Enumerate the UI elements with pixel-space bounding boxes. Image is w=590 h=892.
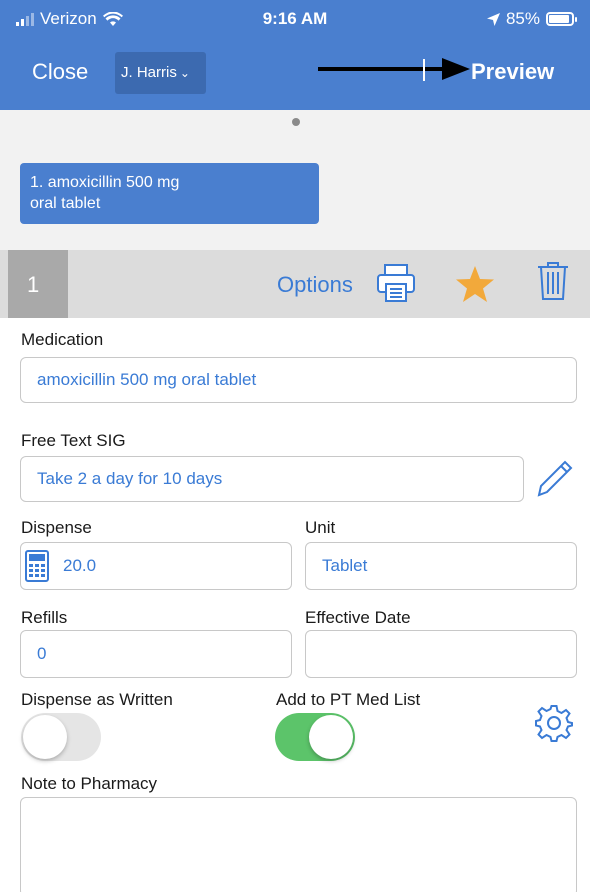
battery-icon (546, 12, 577, 26)
unit-field[interactable]: Tablet (305, 542, 577, 590)
prescription-tab-line1: 1. amoxicillin 500 mg (30, 174, 180, 191)
sig-label: Free Text SIG (21, 431, 126, 450)
refills-value: 0 (37, 644, 47, 663)
unit-value: Tablet (322, 556, 368, 575)
annotation-arrow-icon (318, 58, 470, 81)
add-to-med-list-label: Add to PT Med List (276, 690, 421, 709)
page-indicator-dot (292, 118, 300, 126)
sig-field[interactable]: Take 2 a day for 10 days (20, 456, 524, 502)
provider-selector[interactable]: J. Harris ⌄ (115, 52, 206, 94)
trash-icon[interactable] (537, 261, 569, 301)
dispense-as-written-toggle[interactable] (21, 713, 101, 761)
medication-value: amoxicillin 500 mg oral tablet (37, 370, 257, 389)
star-icon[interactable] (455, 265, 495, 303)
dispense-label: Dispense (21, 518, 92, 537)
effective-date-field[interactable] (305, 630, 577, 678)
note-to-pharmacy-label: Note to Pharmacy (21, 774, 158, 793)
prescription-tab[interactable]: 1. amoxicillin 500 mg oral tablet (20, 163, 319, 224)
dispense-field[interactable]: 20.0 (20, 542, 292, 590)
medication-label: Medication (21, 330, 104, 349)
prescription-number: 1 (8, 250, 68, 318)
add-to-med-list-toggle[interactable] (275, 713, 355, 761)
prescription-form: Medication amoxicillin 500 mg oral table… (0, 318, 590, 892)
chevron-down-icon: ⌄ (179, 66, 190, 80)
unit-label: Unit (305, 518, 336, 537)
app-header: Verizon 9:16 AM 85% Close J. Harris ⌄ Pre… (0, 0, 590, 110)
refills-field[interactable]: 0 (20, 630, 292, 678)
toggle-knob (23, 715, 67, 759)
battery-percent: 85% (505, 9, 540, 28)
provider-name: J. Harris (121, 64, 177, 81)
options-button[interactable]: Options (277, 272, 353, 298)
preview-button[interactable]: Preview (471, 59, 554, 85)
status-right: 85% (486, 9, 577, 29)
location-arrow-icon (486, 12, 500, 26)
dispense-as-written-label: Dispense as Written (21, 690, 173, 709)
gear-icon[interactable] (535, 704, 573, 742)
effective-date-label: Effective Date (305, 608, 411, 627)
prescription-tab-line2: oral tablet (30, 195, 101, 212)
note-to-pharmacy-field[interactable] (20, 797, 577, 892)
printer-icon[interactable] (376, 263, 416, 303)
toggle-knob (309, 715, 353, 759)
pencil-icon[interactable] (536, 458, 574, 498)
calculator-icon[interactable] (25, 550, 49, 582)
dispense-value: 20.0 (63, 556, 97, 575)
medication-field[interactable]: amoxicillin 500 mg oral tablet (20, 357, 577, 403)
close-button[interactable]: Close (32, 59, 88, 85)
sig-value: Take 2 a day for 10 days (37, 469, 223, 488)
refills-label: Refills (21, 608, 68, 627)
prescription-toolbar: 1 Options (0, 250, 590, 318)
status-bar: Verizon 9:16 AM 85% (0, 0, 590, 36)
